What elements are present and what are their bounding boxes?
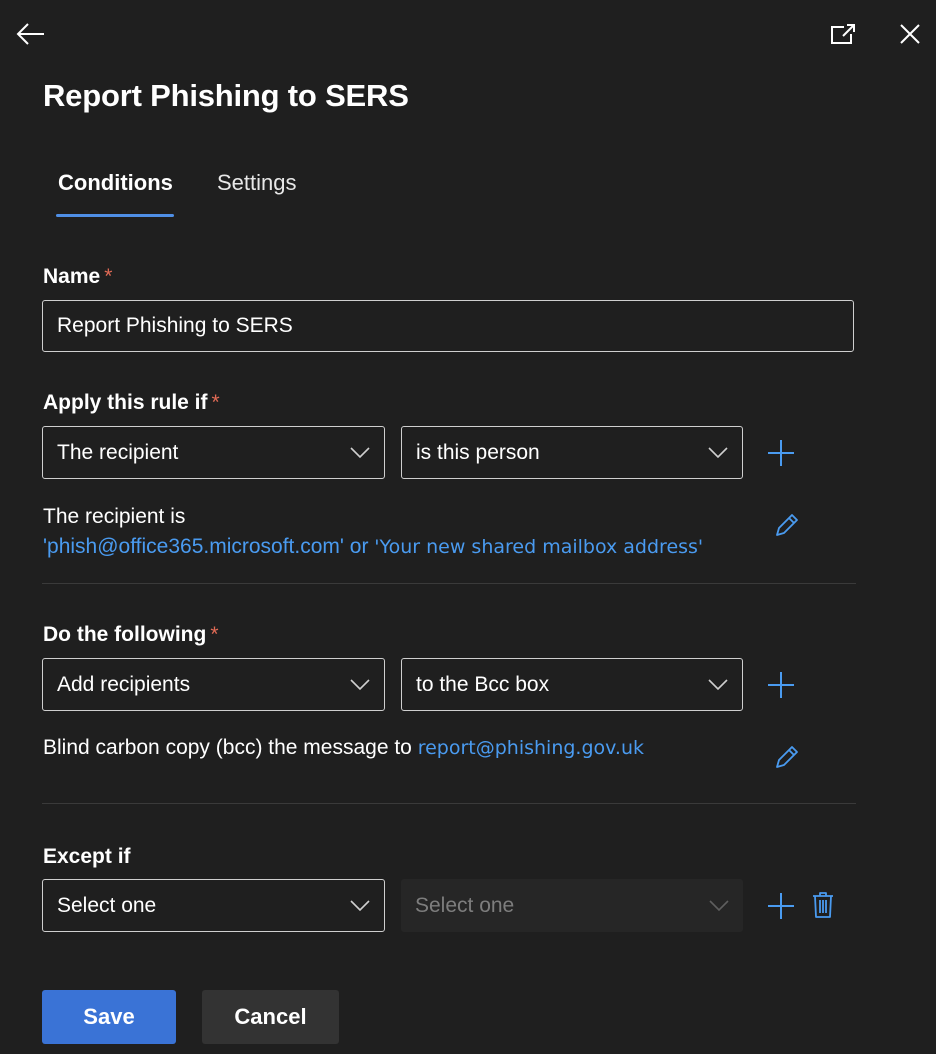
tab-settings[interactable]: Settings [217, 170, 297, 196]
exception-dropdown[interactable]: Select one [42, 879, 385, 932]
chevron-down-icon [350, 446, 370, 458]
section-divider [42, 803, 856, 804]
condition-operator-dropdown[interactable]: is this person [401, 426, 743, 479]
cancel-button[interactable]: Cancel [202, 990, 339, 1044]
add-exception-plus-icon[interactable] [766, 891, 796, 921]
section-divider [42, 583, 856, 584]
name-field-label: Name * [43, 265, 112, 289]
action-dropdown[interactable]: Add recipients [42, 658, 385, 711]
chevron-down-icon [350, 899, 370, 911]
back-arrow-icon[interactable] [12, 18, 48, 50]
popout-icon[interactable] [826, 18, 860, 50]
condition-summary-prefix: The recipient is [43, 505, 186, 528]
apply-rule-label-text: Apply this rule if [43, 391, 208, 414]
chevron-down-icon [350, 678, 370, 690]
name-label-text: Name [43, 265, 101, 288]
add-condition-plus-icon[interactable] [766, 438, 796, 468]
delete-exception-trash-icon[interactable] [809, 889, 837, 921]
except-if-label: Except if [43, 845, 131, 868]
do-following-label: Do the following * [43, 623, 219, 647]
condition-operator-value: is this person [416, 440, 540, 464]
action-dropdown-value: Add recipients [57, 672, 191, 696]
action-target-dropdown[interactable]: to the Bcc box [401, 658, 743, 711]
edit-action-pencil-icon[interactable] [772, 742, 802, 772]
close-icon[interactable] [894, 18, 926, 50]
active-tab-indicator [56, 214, 174, 217]
connector-or: or [349, 535, 369, 558]
exception-operator-dropdown: Select one [401, 879, 743, 932]
apply-rule-label: Apply this rule if * [43, 391, 220, 415]
chevron-down-icon [708, 446, 728, 458]
exception-operator-value: Select one [415, 893, 515, 917]
action-summary: Blind carbon copy (bcc) the message to r… [43, 736, 644, 760]
exception-dropdown-value: Select one [57, 893, 157, 917]
chevron-down-icon [708, 678, 728, 690]
recipient-link-1[interactable]: 'phish@office365.microsoft.com' [43, 535, 344, 558]
add-action-plus-icon[interactable] [766, 670, 796, 700]
action-summary-prefix: Blind carbon copy (bcc) the message to [43, 736, 412, 759]
required-mark: * [104, 265, 113, 288]
tab-conditions[interactable]: Conditions [58, 170, 173, 196]
edit-condition-pencil-icon[interactable] [772, 510, 802, 540]
required-mark: * [210, 623, 219, 646]
name-input[interactable] [42, 300, 854, 352]
condition-summary-values: 'phish@office365.microsoft.com' or 'Your… [43, 535, 703, 559]
save-button[interactable]: Save [42, 990, 176, 1044]
recipient-link-2[interactable]: 'Your new shared mailbox address' [374, 536, 703, 558]
chevron-down-icon [709, 899, 729, 911]
bcc-address-link[interactable]: report@phishing.gov.uk [418, 737, 644, 759]
required-mark: * [211, 391, 220, 414]
condition-dropdown-value: The recipient [57, 440, 179, 464]
action-target-value: to the Bcc box [416, 672, 550, 696]
condition-dropdown[interactable]: The recipient [42, 426, 385, 479]
do-following-label-text: Do the following [43, 623, 207, 646]
page-title: Report Phishing to SERS [43, 78, 409, 113]
